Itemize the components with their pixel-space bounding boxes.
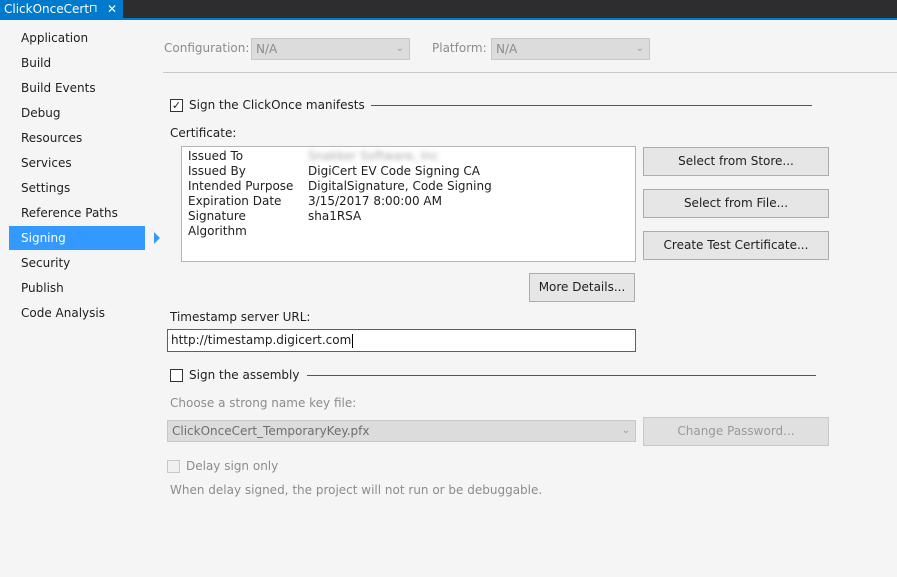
timestamp-url-value: http://timestamp.digicert.com [171, 333, 352, 347]
sidebar-item-label: Services [21, 156, 72, 170]
tab-accent-line [0, 18, 897, 20]
timestamp-label: Timestamp server URL: [170, 310, 311, 324]
strong-name-key-combo: ClickOnceCert_TemporaryKey.pfx ⌄ [167, 420, 636, 442]
tab-title: ClickOnceCert [4, 2, 90, 16]
delay-sign-note: When delay signed, the project will not … [170, 483, 543, 497]
certificate-field-name: Issued By [188, 164, 246, 178]
platform-value: N/A [496, 42, 518, 56]
change-password-button: Change Password... [643, 417, 829, 446]
certificate-label: Certificate: [170, 126, 237, 140]
document-tab-bar: ClickOnceCert ⊓ ✕ [0, 0, 897, 18]
sidebar-item-label: Security [21, 256, 71, 270]
certificate-field-value: Snakker Software, Inc [308, 149, 439, 163]
sign-manifests-label: Sign the ClickOnce manifests [189, 98, 365, 112]
configuration-label: Configuration: [164, 41, 250, 55]
sidebar-item-label: Build Events [21, 81, 96, 95]
platform-label: Platform: [432, 41, 487, 55]
sign-assembly-rule [307, 375, 816, 376]
sign-assembly-label: Sign the assembly [189, 368, 300, 382]
configuration-value: N/A [256, 42, 278, 56]
timestamp-url-input[interactable]: http://timestamp.digicert.com [167, 329, 636, 352]
sidebar-item-publish[interactable]: Publish [9, 276, 145, 300]
sidebar-item-label: Application [21, 31, 89, 45]
sign-manifests-rule [371, 105, 812, 106]
sidebar-item-build-events[interactable]: Build Events [9, 76, 145, 100]
sidebar-item-label: Debug [21, 106, 61, 120]
chevron-down-icon: ⌄ [621, 425, 630, 436]
certificate-field-value: DigiCert EV Code Signing CA [308, 164, 481, 178]
sidebar-item-label: Reference Paths [21, 206, 118, 220]
document-tab[interactable]: ClickOnceCert ⊓ ✕ [0, 0, 123, 18]
certificate-field-name: Issued To [188, 149, 244, 163]
chevron-down-icon: ⌄ [635, 43, 644, 54]
strong-name-label: Choose a strong name key file: [170, 396, 357, 410]
close-icon[interactable]: ✕ [107, 0, 117, 18]
certificate-field-value: sha1RSA [308, 209, 362, 223]
certificate-field-name: Signature Algorithm [188, 209, 247, 238]
text-caret [352, 333, 354, 348]
certificate-field-value: 3/15/2017 8:00:00 AM [308, 194, 442, 208]
certificate-details-box: Issued To Snakker Software, Inc Issued By D… [181, 146, 636, 262]
select-from-store-button[interactable]: Select from Store... [643, 147, 829, 176]
sidebar-item-label: Resources [21, 131, 83, 145]
configuration-combo: N/A ⌄ [251, 38, 410, 60]
sidebar-item-resources[interactable]: Resources [9, 126, 145, 150]
delay-sign-label: Delay sign only [186, 459, 279, 473]
sidebar-item-label: Build [21, 56, 52, 70]
sidebar-item-build[interactable]: Build [9, 51, 145, 75]
certificate-field-name: Intended Purpose [188, 179, 294, 193]
sidebar-item-signing[interactable]: Signing [9, 226, 160, 250]
certificate-field-name: Expiration Date [188, 194, 282, 208]
create-test-certificate-button[interactable]: Create Test Certificate... [643, 231, 829, 260]
check-icon: ✓ [171, 99, 182, 112]
sidebar-item-debug[interactable]: Debug [9, 101, 145, 125]
sidebar-item-code-analysis[interactable]: Code Analysis [9, 301, 145, 325]
pin-icon[interactable]: ⊓ [89, 1, 98, 17]
certificate-field-value: DigitalSignature, Code Signing [308, 179, 492, 193]
sidebar-item-label: Settings [21, 181, 71, 195]
more-details-button[interactable]: More Details... [529, 273, 635, 302]
delay-sign-checkbox [167, 460, 180, 473]
header-separator [163, 72, 897, 73]
sidebar-item-application[interactable]: Application [9, 26, 145, 50]
sidebar-item-reference-paths[interactable]: Reference Paths [9, 201, 145, 225]
select-from-file-button[interactable]: Select from File... [643, 189, 829, 218]
active-indicator-arrow [154, 232, 160, 244]
sidebar-item-settings[interactable]: Settings [9, 176, 145, 200]
sidebar-item-security[interactable]: Security [9, 251, 145, 275]
sidebar-item-label: Signing [21, 231, 66, 245]
strong-name-key-value: ClickOnceCert_TemporaryKey.pfx [172, 424, 370, 438]
sidebar-item-label: Publish [21, 281, 64, 295]
chevron-down-icon: ⌄ [395, 43, 404, 54]
sidebar-item-services[interactable]: Services [9, 151, 145, 175]
sign-manifests-checkbox[interactable]: ✓ [170, 99, 183, 112]
sidebar-item-label: Code Analysis [21, 306, 105, 320]
sign-assembly-checkbox[interactable] [170, 369, 183, 382]
platform-combo: N/A ⌄ [491, 38, 650, 60]
